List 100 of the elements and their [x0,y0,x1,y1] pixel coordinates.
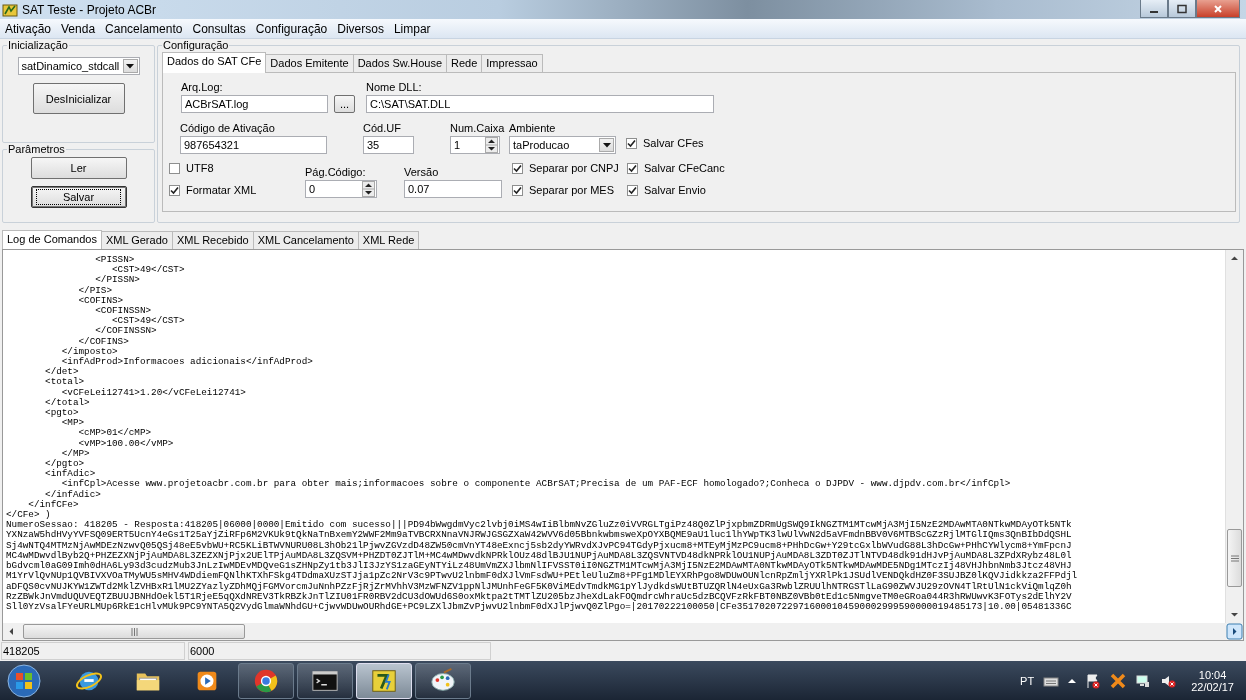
text-field[interactable]: 987654321 [180,136,327,154]
start-button[interactable] [6,663,42,699]
field-label: Nome DLL: [366,81,423,93]
scroll-right-button[interactable] [1226,623,1243,640]
show-hidden-icons-arrow-icon[interactable] [1068,678,1077,684]
maximize-icon [1177,3,1187,14]
window-title: SAT Teste - Projeto ACBr [22,2,157,17]
close-button[interactable] [1196,0,1240,18]
checkbox-label[interactable]: Separar por CNPJ [529,162,619,174]
scroll-thumb[interactable] [23,624,245,639]
log-line: RzZBWkJnVmdUQUVEQTZBUUJBNHdOekl5T1RjeE5qQXdNREV3TkRBZkJnTlZIU01FR0RBV2dCU3dOWUd6S0oxMktpa2tTMTlZU205bzJheXdLakFOQmdrcWhraUc5dzBCQVFzRkFBT0NBZ0VBb0tEd1c5NmgveTM0eGRoa044R3hRWUwvK3FOTys2dElhY2V [6,591,1072,602]
keyboard-icon[interactable] [1043,675,1060,687]
horizontal-scrollbar[interactable] [3,623,1243,640]
checkbox[interactable] [169,184,180,196]
tab[interactable]: Impressao [481,54,543,72]
network-icon[interactable] [1135,673,1152,689]
menu-item[interactable]: Ativação [0,21,57,36]
action-button[interactable]: Salvar [30,186,127,208]
tab[interactable]: XML Rede [357,231,420,249]
tab[interactable]: Log de Comandos [2,230,102,249]
dropdown-arrow-button[interactable] [122,59,138,73]
log-line: </COFINS> [77,336,129,347]
checkbox-label[interactable]: Formatar XML [186,184,257,196]
scroll-thumb[interactable] [1227,529,1242,587]
minimize-button[interactable] [1140,0,1168,18]
browse-button[interactable]: ... [334,95,355,113]
log-line: </imposto> [60,346,118,357]
field-label: Cód.UF [363,122,402,134]
checkbox-label[interactable]: UTF8 [186,162,214,174]
tab[interactable]: Rede [446,54,483,72]
checkbox-label[interactable]: Salvar CFes [643,137,704,149]
flag-icon[interactable] [1085,673,1102,689]
spin-field[interactable]: 1 [450,136,500,154]
action-button[interactable]: Ler [30,157,127,179]
field-label: Arq.Log: [181,81,224,93]
log-line: </infAdic> [44,489,101,500]
log-line: MC4wMDwvdlByb2Q+PHZEZXNjPjAuMDA8L3ZEZXNjPjx2UElTPjAuMDA8L3ZQSVM+PHZDT0ZJTlM+MC4wMDwvdkNPRklOUz48dlBJU1NUPjAuMDA8L3ZQSVNTVD48dkNPRklOU1NUPjAuMDA8L3ZDT0ZJTlNTVD48dk91dHJvPjAuMDA8L3ZPdXRybz48L0l [6,550,1072,561]
log-line: <cMP>01</cMP> [77,428,152,439]
menu-item[interactable]: Limpar [388,21,436,36]
group-title: Parâmetros [7,143,66,155]
vertical-scrollbar[interactable] [1225,250,1243,623]
taskbar-button[interactable] [415,663,471,699]
menu-item[interactable]: Cancelamento [100,21,188,36]
log-line: <MP> [60,418,85,429]
spin-buttons[interactable] [362,181,375,197]
field-label: Ambiente [509,122,557,134]
menu-item[interactable]: Venda [56,21,101,36]
checkbox[interactable] [627,162,638,174]
log-line: YXNzaW5hdHVyYVFSQ09ERT5UcnY4eGs1T25aYjZiRFp6M2VKUk9tQkNaTnBxemY2WWF2Mm9aTVBCRXNnaVNJRWJGSGZXaW42WVV6d05BbnkwbmsweXpOYXBQME9aU1luc1lhYWpTK3lwUlVwN2d5aVFmdnBBV0V6MTBScGZzRjlMTGlIQms3QnBIbDdQSHL [6,530,1072,541]
language-indicator[interactable]: PT [1020,675,1035,687]
status-panel: 418205 [1,642,185,660]
checkbox[interactable] [169,162,180,174]
tab[interactable]: Dados Sw.House [352,54,447,72]
log-line: <infCpl>Acesse www.projetoacbr.com.br para obter mais;informacoes sobre o componente ACBrSAT;Precisa de um PAF-ECF homologado?;Conheca o DJPDV - www.djpdv.com.br</infCpl> [60,479,1011,490]
taskbar-button[interactable] [297,663,353,699]
checkbox[interactable] [512,184,523,196]
clock-time[interactable]: 10:04 [1198,669,1227,681]
app-icon [370,667,398,695]
checkbox-label[interactable]: Salvar CFeCanc [644,162,725,174]
log-line: </det> [44,367,79,378]
dropdown[interactable]: taProducao [509,136,616,154]
dropdown-arrow-button[interactable] [599,138,614,152]
app-icon [2,1,18,18]
spin-field[interactable]: 0 [305,180,377,198]
text-field[interactable]: 0.07 [404,180,502,198]
log-line: <CST>49</CST> [112,265,185,276]
deinitialize-button[interactable]: DesInicializar [32,83,125,114]
text-field[interactable]: C:\SAT\SAT.DLL [366,95,714,113]
taskbar-button[interactable] [238,663,294,699]
log-line: <CST>49</CST> [112,316,185,327]
menu-item[interactable]: Configuração [250,21,333,36]
text-field[interactable]: 35 [363,136,414,154]
log-line: <infAdProd>Informacoes adicionais</infAdProd> [61,357,313,368]
tab[interactable]: XML Recebido [171,231,254,249]
tab[interactable]: Dados do SAT CFe [162,52,267,73]
checkbox-label[interactable]: Separar por MES [529,184,614,196]
tab[interactable]: XML Cancelamento [252,231,359,249]
checkbox[interactable] [626,137,637,149]
clock-date[interactable]: 22/02/17 [1191,681,1234,693]
field-label: Num.Caixa [450,122,506,134]
log-line: <infAdic> [44,469,96,480]
checkbox[interactable] [627,184,638,196]
text-field[interactable]: ACBrSAT.log [181,95,328,113]
tab[interactable]: Dados Emitente [265,54,354,72]
checkbox[interactable] [512,162,523,174]
menu-item[interactable]: Diversos [332,21,389,36]
field-label: Versão [404,166,440,178]
log-line: </total> [44,397,90,409]
group-title: Configuração [162,39,230,51]
log-line: </COFINSSN> [94,326,157,337]
spin-buttons[interactable] [485,137,498,153]
dropdown[interactable]: satDinamico_stdcall [17,57,140,75]
log-line: </pgto> [44,459,85,470]
caret-icon [126,63,134,69]
tab[interactable]: XML Gerado [100,231,173,249]
menu-item[interactable]: Consultas [187,21,251,36]
maximize-button[interactable] [1168,0,1196,18]
muted-speaker-icon[interactable] [1160,673,1177,689]
log-line: Sj4wNTQ4MTMzNjAwMDEzNzwvQ05QSj48eE5vbWU+RC5KLiBTWVNURU08L3hOb21lPjwvZGVzdD48ZW50cmVnYT48eExncj5sb2dyYWRvdXJvPC94TGdyPjxucm8+MTEyMjMzPC9ucm8+PHhDcGw+Y29tcGxlbWVudG88L3hDcGw+PHhCYWlycm8+YmFpcnJ [6,540,1072,551]
checkbox-label[interactable]: Salvar Envio [644,184,706,196]
